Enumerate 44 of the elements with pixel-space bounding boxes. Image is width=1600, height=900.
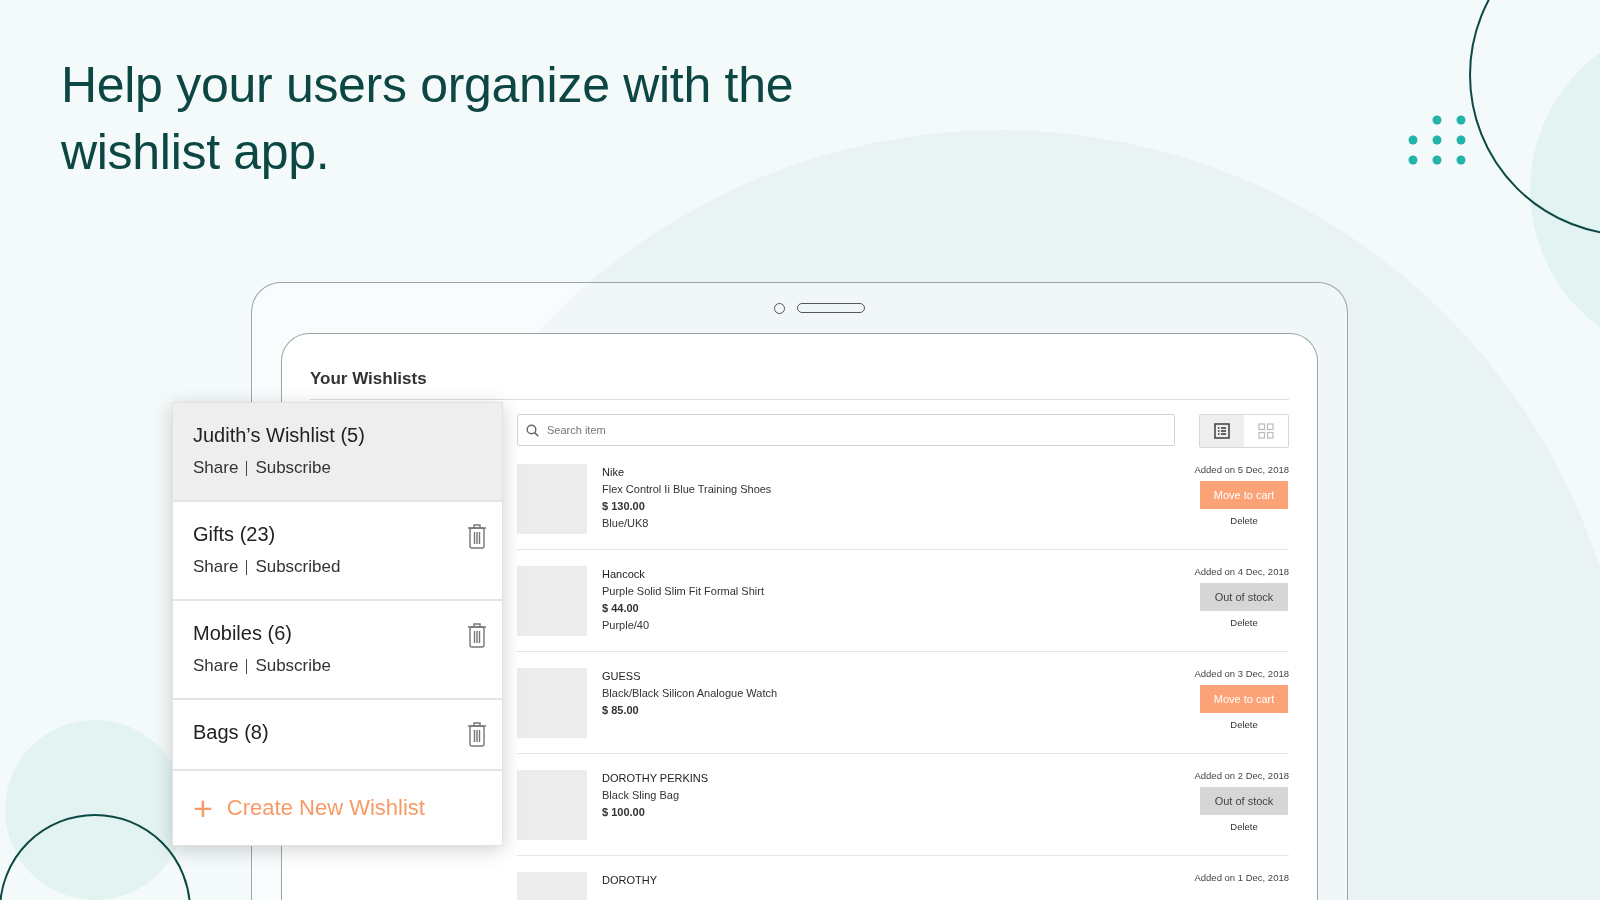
subscribe-link[interactable]: Subscribe — [255, 656, 331, 676]
added-date: Added on 1 Dec, 2018 — [1194, 872, 1289, 883]
list-view-icon — [1214, 423, 1230, 439]
delete-link[interactable]: Delete — [1230, 821, 1258, 832]
share-link[interactable]: Share — [193, 557, 239, 577]
added-date: Added on 2 Dec, 2018 — [1194, 770, 1289, 781]
product-name: Purple Solid Slim Fit Formal Shirt — [602, 585, 765, 597]
delete-link[interactable]: Delete — [1230, 617, 1258, 628]
added-date: Added on 5 Dec, 2018 — [1194, 464, 1289, 475]
wishlist-item[interactable]: Judith’s Wishlist (5) Share Subscribe — [173, 403, 502, 502]
product-price: $ 130.00 — [602, 500, 646, 512]
product-price: $ 100.00 — [602, 806, 646, 818]
list-view-button[interactable] — [1200, 415, 1244, 447]
product-name: Black/Black Silicon Analogue Watch — [602, 687, 779, 699]
wishlist-item[interactable]: Mobiles (6) Share Subscribe — [173, 601, 502, 700]
product-price: $ 44.00 — [602, 602, 640, 614]
delete-link[interactable]: Delete — [1230, 719, 1258, 730]
share-link[interactable]: Share — [193, 458, 239, 478]
page-title: Your Wishlists — [310, 369, 1289, 400]
wishlist-item[interactable]: Gifts (23) Share Subscribed — [173, 502, 502, 601]
product-price: $ 85.00 — [602, 704, 640, 716]
wishlist-name: Gifts (23) — [193, 523, 277, 546]
wishlist-name: Mobiles (6) — [193, 622, 293, 645]
share-link[interactable]: Share — [193, 656, 239, 676]
product-name: Black Sling Bag — [602, 789, 681, 801]
trash-icon[interactable] — [467, 622, 487, 648]
added-date: Added on 3 Dec, 2018 — [1194, 668, 1289, 679]
subscribe-link[interactable]: Subscribed — [255, 557, 341, 577]
grid-view-icon — [1258, 423, 1274, 439]
trash-icon[interactable] — [467, 523, 487, 549]
search-field[interactable]: Search item — [517, 414, 1175, 446]
product-variant: Purple/40 — [602, 619, 651, 631]
delete-link[interactable]: Delete — [1230, 515, 1258, 526]
out-of-stock-button[interactable]: Out of stock — [1200, 787, 1288, 815]
added-date: Added on 4 Dec, 2018 — [1194, 566, 1289, 577]
out-of-stock-button[interactable]: Out of stock — [1200, 583, 1288, 611]
wishlist-name: Judith’s Wishlist (5) — [193, 424, 365, 447]
wishlist-name: Bags (8) — [193, 721, 269, 744]
subscribe-link[interactable]: Subscribe — [255, 458, 331, 478]
trash-icon[interactable] — [467, 721, 487, 747]
product-variant: Blue/UK8 — [602, 517, 650, 529]
wishlist-item[interactable]: Bags (8) — [173, 700, 502, 771]
product-name: Flex Control Ii Blue Training Shoes — [602, 483, 773, 495]
headline: Help your users organize with the wishlist app. — [60, 56, 795, 182]
